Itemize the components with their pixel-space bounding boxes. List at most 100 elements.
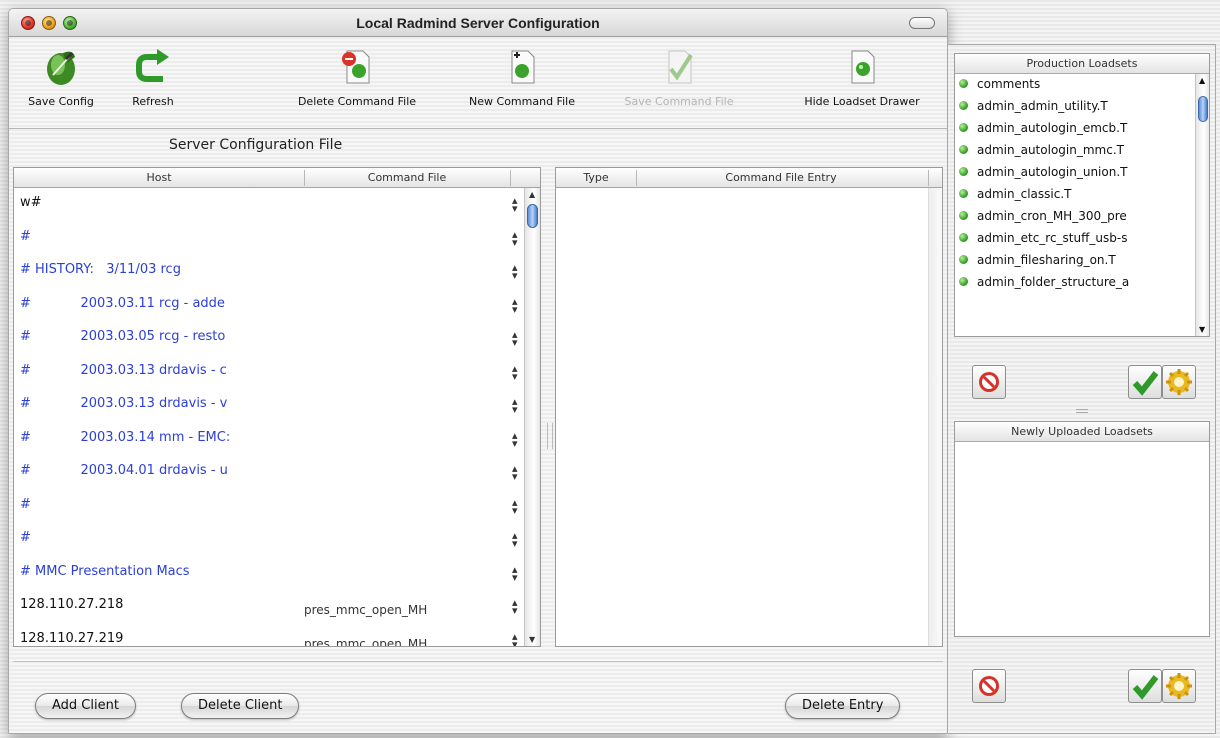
newly-uploaded-loadsets-list[interactable]: Newly Uploaded Loadsets bbox=[954, 421, 1210, 637]
refresh-button[interactable]: Refresh bbox=[123, 45, 183, 108]
no-entry-icon bbox=[979, 676, 999, 696]
document-save-icon bbox=[668, 50, 693, 84]
document-new-icon bbox=[511, 50, 535, 84]
hide-loadset-drawer-button[interactable]: Hide Loadset Drawer bbox=[787, 45, 937, 108]
production-loadsets-list[interactable]: Production Loadsets comments admin_admin_… bbox=[954, 53, 1210, 337]
table-row[interactable]: # 2003.03.13 drdavis - c ▴ ▾ bbox=[14, 356, 540, 390]
table-row[interactable]: w# ▴ ▾ bbox=[14, 188, 540, 222]
green-dot-icon bbox=[959, 233, 968, 242]
column-separator bbox=[510, 170, 511, 186]
scroll-up-arrow-icon[interactable]: ▲ bbox=[529, 190, 535, 199]
popup-stepper-icon[interactable]: ▴ ▾ bbox=[512, 396, 518, 415]
list-item[interactable]: admin_classic.T bbox=[955, 184, 1195, 206]
approve-uploaded-loadset-button[interactable] bbox=[1128, 669, 1162, 703]
delete-client-button[interactable]: Delete Client bbox=[181, 693, 300, 719]
green-dot-icon bbox=[959, 211, 968, 220]
popup-stepper-icon[interactable]: ▴ ▾ bbox=[512, 195, 518, 214]
gear-button[interactable] bbox=[1162, 669, 1196, 703]
list-item[interactable]: admin_filesharing_on.T bbox=[955, 250, 1195, 272]
loadset-name: admin_filesharing_on.T bbox=[977, 253, 1116, 267]
gear-button[interactable] bbox=[1162, 365, 1196, 399]
drawer-split-handle[interactable] bbox=[1076, 409, 1088, 413]
popup-stepper-icon[interactable]: ▴ ▾ bbox=[512, 329, 518, 348]
popup-stepper-icon[interactable]: ▴ ▾ bbox=[512, 363, 518, 382]
production-loadsets-scrollbar[interactable]: ▲ ▼ bbox=[1195, 74, 1209, 336]
table-row[interactable]: # HISTORY: 3/11/03 rcg ▴ ▾ bbox=[14, 255, 540, 289]
remove-uploaded-loadset-button[interactable] bbox=[972, 669, 1006, 703]
no-entry-icon bbox=[979, 372, 999, 392]
popup-stepper-icon[interactable]: ▴ ▾ bbox=[512, 430, 518, 449]
scroll-thumb[interactable] bbox=[1198, 96, 1208, 122]
save-command-file-button[interactable]: Save Command File bbox=[599, 45, 759, 108]
table-row[interactable]: # 2003.03.05 rcg - resto ▴ ▾ bbox=[14, 322, 540, 356]
toolbar-toggle-button[interactable] bbox=[909, 17, 935, 29]
approve-production-loadset-button[interactable] bbox=[1128, 365, 1162, 399]
delete-command-file-button[interactable]: Delete Command File bbox=[269, 45, 445, 108]
new-command-file-label: New Command File bbox=[469, 95, 575, 108]
popup-stepper-icon[interactable]: ▴ ▾ bbox=[512, 262, 518, 281]
list-item[interactable]: admin_cron_MH_300_pre bbox=[955, 206, 1195, 228]
list-item[interactable]: comments bbox=[955, 74, 1195, 96]
main-window: Local Radmind Server Configuration Save … bbox=[8, 8, 948, 734]
column-header-type[interactable]: Type bbox=[556, 171, 636, 184]
table-row[interactable]: # MMC Presentation Macs ▴ ▾ bbox=[14, 557, 540, 591]
command-table-scrollbar[interactable] bbox=[928, 188, 942, 646]
section-title: Server Configuration File bbox=[169, 137, 343, 153]
add-client-button[interactable]: Add Client bbox=[35, 693, 136, 719]
gear-icon bbox=[1166, 369, 1192, 395]
column-header-command-file[interactable]: Command File bbox=[304, 171, 510, 184]
popup-stepper-icon[interactable]: ▴ ▾ bbox=[512, 463, 518, 482]
list-item[interactable]: admin_autologin_emcb.T bbox=[955, 118, 1195, 140]
host-table-scrollbar[interactable]: ▲ ▼ bbox=[524, 188, 540, 646]
loadset-name: admin_cron_MH_300_pre bbox=[977, 209, 1127, 223]
green-dot-icon bbox=[959, 167, 968, 176]
command-file-cell: pres_mmc_open_MH bbox=[304, 636, 428, 647]
table-row[interactable]: # ▴ ▾ bbox=[14, 523, 540, 557]
host-cell: # bbox=[20, 496, 31, 512]
table-row[interactable]: # 2003.03.11 rcg - adde ▴ ▾ bbox=[14, 289, 540, 323]
column-separator bbox=[928, 170, 929, 186]
popup-stepper-icon[interactable]: ▴ ▾ bbox=[512, 564, 518, 583]
table-row[interactable]: 128.110.27.218 pres_mmc_open_MH ▴ ▾ bbox=[14, 590, 540, 624]
popup-stepper-icon[interactable]: ▴ ▾ bbox=[512, 229, 518, 248]
popup-stepper-icon[interactable]: ▴ ▾ bbox=[512, 296, 518, 315]
list-item[interactable]: admin_autologin_mmc.T bbox=[955, 140, 1195, 162]
table-row[interactable]: 128.110.27.219 pres_mmc_open_MH ▴ ▾ bbox=[14, 624, 540, 647]
table-row[interactable]: # 2003.03.13 drdavis - v ▴ ▾ bbox=[14, 389, 540, 423]
list-item[interactable]: admin_autologin_union.T bbox=[955, 162, 1195, 184]
scroll-down-arrow-icon[interactable]: ▼ bbox=[1199, 325, 1205, 334]
list-item[interactable]: admin_folder_structure_a bbox=[955, 272, 1195, 294]
list-item[interactable]: admin_admin_utility.T bbox=[955, 96, 1195, 118]
popup-stepper-icon[interactable]: ▴ ▾ bbox=[512, 530, 518, 549]
column-header-command-file-entry[interactable]: Command File Entry bbox=[636, 171, 926, 184]
scroll-up-arrow-icon[interactable]: ▲ bbox=[1199, 76, 1205, 85]
host-cell: # MMC Presentation Macs bbox=[20, 563, 190, 579]
scroll-down-arrow-icon[interactable]: ▼ bbox=[529, 635, 535, 644]
popup-stepper-icon[interactable]: ▴ ▾ bbox=[512, 597, 518, 616]
remove-production-loadset-button[interactable] bbox=[972, 365, 1006, 399]
table-row[interactable]: # ▴ ▾ bbox=[14, 490, 540, 524]
split-view-handle[interactable] bbox=[547, 423, 553, 449]
scroll-thumb[interactable] bbox=[527, 204, 538, 228]
table-row[interactable]: # 2003.04.01 drdavis - u ▴ ▾ bbox=[14, 456, 540, 490]
command-entries-list[interactable] bbox=[556, 188, 928, 646]
host-cell: # 2003.03.13 drdavis - c bbox=[20, 362, 227, 378]
green-dot-icon bbox=[959, 189, 968, 198]
save-config-button[interactable]: Save Config bbox=[25, 45, 97, 108]
column-header-host[interactable]: Host bbox=[14, 171, 304, 184]
host-cell: 128.110.27.219 bbox=[20, 630, 124, 646]
gear-icon bbox=[1166, 673, 1192, 699]
table-row[interactable]: # ▴ ▾ bbox=[14, 222, 540, 256]
popup-stepper-icon[interactable]: ▴ ▾ bbox=[512, 631, 518, 647]
host-table[interactable]: Host Command File w# ▴ ▾ # ▴ ▾ # HISTORY: 3/11… bbox=[13, 167, 541, 647]
toolbar: Save Config Refresh Delete Command File bbox=[9, 37, 947, 129]
command-file-table[interactable]: Type Command File Entry bbox=[555, 167, 943, 647]
popup-stepper-icon[interactable]: ▴ ▾ bbox=[512, 497, 518, 516]
table-row[interactable]: # 2003.03.14 mm - EMC: ▴ ▾ bbox=[14, 423, 540, 457]
loadset-name: admin_classic.T bbox=[977, 187, 1072, 201]
green-checkmark-icon bbox=[1132, 675, 1159, 700]
loadset-name: admin_autologin_union.T bbox=[977, 165, 1128, 179]
list-item[interactable]: admin_etc_rc_stuff_usb-s bbox=[955, 228, 1195, 250]
delete-entry-button[interactable]: Delete Entry bbox=[785, 693, 901, 719]
new-command-file-button[interactable]: New Command File bbox=[445, 45, 599, 108]
